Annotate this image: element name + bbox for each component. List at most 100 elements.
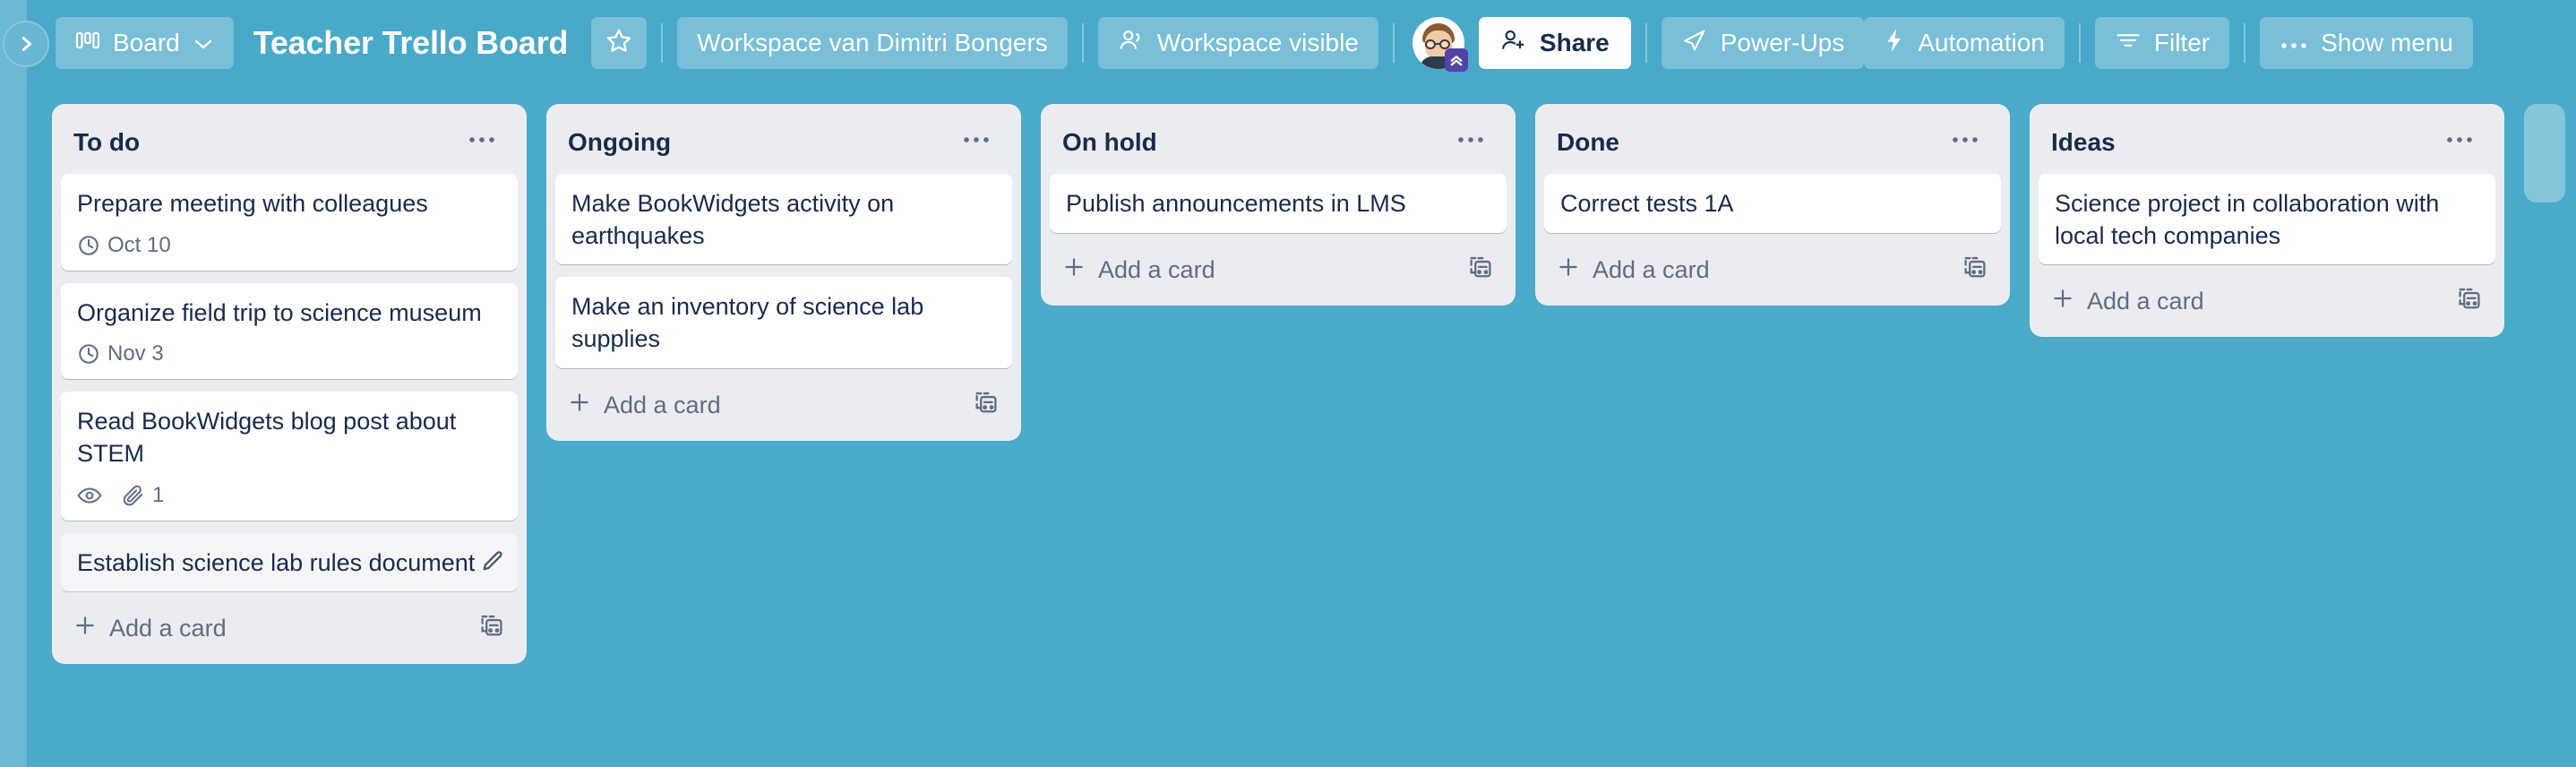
due-date-label: Oct 10 xyxy=(107,232,171,257)
add-card-row[interactable]: Add a card xyxy=(61,597,518,657)
add-card-button[interactable]: Add a card xyxy=(1062,255,1215,285)
card-title: Organize field trip to science museum xyxy=(77,298,482,326)
card-badges: Oct 10 xyxy=(77,233,502,258)
list-title: Ongoing xyxy=(568,128,672,156)
list-ideas: Ideas Science project in collaboration w… xyxy=(2030,104,2504,338)
add-card-row[interactable]: Add a card xyxy=(2039,270,2495,330)
add-another-list-button[interactable] xyxy=(2524,104,2565,203)
card[interactable]: Publish announcements in LMS xyxy=(1050,174,1507,233)
card-badges: Nov 3 xyxy=(77,341,502,366)
add-card-button[interactable]: Add a card xyxy=(568,391,721,420)
add-card-row[interactable]: Add a card xyxy=(1544,238,2001,298)
card-title: Make BookWidgets activity on earthquakes xyxy=(571,190,895,249)
plus-icon xyxy=(2051,287,2074,316)
show-menu-label: Show menu xyxy=(2321,29,2453,56)
card-title: Make an inventory of science lab supplie… xyxy=(571,293,924,352)
card[interactable]: Correct tests 1A xyxy=(1544,174,2001,233)
card[interactable]: Make BookWidgets activity on earthquakes xyxy=(555,174,1012,265)
add-card-button[interactable]: Add a card xyxy=(1557,255,1710,285)
add-card-label: Add a card xyxy=(109,615,227,642)
header-divider xyxy=(1392,23,1395,63)
automation-label: Automation xyxy=(1918,29,2045,56)
paperclip-icon xyxy=(122,484,145,507)
attachment-count: 1 xyxy=(152,482,165,507)
card[interactable]: Prepare meeting with colleagues Oct 10 xyxy=(61,174,518,271)
add-card-button[interactable]: Add a card xyxy=(2051,287,2204,316)
card-template-icon[interactable] xyxy=(2456,286,2483,317)
plus-icon xyxy=(1062,255,1086,285)
premium-badge-icon xyxy=(1444,48,1468,72)
card-list: Publish announcements in LMS xyxy=(1050,174,1507,233)
list-actions-ellipsis-icon[interactable] xyxy=(953,125,1000,159)
card[interactable]: Make an inventory of science lab supplie… xyxy=(555,277,1012,368)
clock-icon xyxy=(77,234,100,257)
rocket-icon xyxy=(1681,28,1708,59)
card-list: Prepare meeting with colleagues Oct 10 O… xyxy=(61,174,518,592)
list-ongoing: Ongoing Make BookWidgets activity on ear… xyxy=(546,104,1021,441)
card-template-icon[interactable] xyxy=(973,390,1000,421)
filter-label: Filter xyxy=(2153,29,2211,56)
bolt-icon xyxy=(1884,28,1905,59)
add-person-icon xyxy=(1500,28,1527,59)
plus-icon xyxy=(568,391,591,420)
share-button[interactable]: Share xyxy=(1478,17,1631,69)
plus-icon xyxy=(73,614,97,643)
add-card-label: Add a card xyxy=(2087,288,2204,315)
card-title: Science project in collaboration with lo… xyxy=(2055,190,2440,249)
card-list: Make BookWidgets activity on earthquakes… xyxy=(555,174,1012,368)
list-header: Ideas xyxy=(2039,113,2495,174)
workspace-button[interactable]: Workspace van Dimitri Bongers xyxy=(677,17,1068,69)
show-menu-button[interactable]: Show menu xyxy=(2260,17,2473,69)
card-list: Science project in collaboration with lo… xyxy=(2039,174,2495,265)
pencil-icon[interactable] xyxy=(478,547,507,576)
ellipsis-icon xyxy=(2280,29,2308,57)
board-view-switcher[interactable]: Board xyxy=(56,17,234,69)
card[interactable]: Organize field trip to science museum No… xyxy=(61,282,518,380)
header-divider xyxy=(2078,23,2081,63)
sidebar-expand-button[interactable] xyxy=(3,21,49,67)
due-date-badge[interactable]: Oct 10 xyxy=(77,233,171,258)
add-card-row[interactable]: Add a card xyxy=(1050,238,1507,298)
card[interactable]: Science project in collaboration with lo… xyxy=(2039,174,2495,265)
automation-button[interactable]: Automation xyxy=(1864,17,2065,69)
board-canvas: To do Prepare meeting with colleagues Oc… xyxy=(27,86,2576,767)
card[interactable]: Read BookWidgets blog post about STEM 1 xyxy=(61,392,518,521)
board-visibility-label: Workspace visible xyxy=(1156,29,1359,56)
star-board-button[interactable] xyxy=(591,17,648,69)
add-card-row[interactable]: Add a card xyxy=(555,374,1012,434)
card-title: Establish science lab rules document xyxy=(77,548,475,576)
list-actions-ellipsis-icon[interactable] xyxy=(1447,125,1494,159)
chevron-right-icon xyxy=(16,34,36,54)
card[interactable]: Establish science lab rules document xyxy=(61,532,518,592)
list-title: To do xyxy=(73,128,141,156)
card-title: Publish announcements in LMS xyxy=(1066,190,1406,217)
avatar[interactable] xyxy=(1412,17,1468,72)
card-template-icon[interactable] xyxy=(1962,254,1988,286)
card-title: Read BookWidgets blog post about STEM xyxy=(77,408,457,467)
filter-button[interactable]: Filter xyxy=(2094,17,2230,69)
card-template-icon[interactable] xyxy=(1467,254,1494,286)
chevron-down-icon xyxy=(193,29,214,57)
trello-board-app: Board Teacher Trello Board Workspace van… xyxy=(0,0,2576,767)
power-ups-button[interactable]: Power-Ups xyxy=(1661,17,1865,69)
board-visibility-button[interactable]: Workspace visible xyxy=(1097,17,1378,69)
list-header: To do xyxy=(61,113,518,174)
add-card-button[interactable]: Add a card xyxy=(73,614,227,643)
list-actions-ellipsis-icon[interactable] xyxy=(459,125,505,159)
header-divider xyxy=(661,23,664,63)
list-actions-ellipsis-icon[interactable] xyxy=(1942,125,1988,159)
board-view-label: Board xyxy=(113,29,180,56)
list-actions-ellipsis-icon[interactable] xyxy=(2436,125,2483,159)
list-header: Ongoing xyxy=(555,113,1012,174)
attachment-badge: 1 xyxy=(122,483,164,508)
due-date-badge[interactable]: Nov 3 xyxy=(77,341,164,366)
card-template-icon[interactable] xyxy=(478,613,505,644)
add-card-label: Add a card xyxy=(1593,255,1710,283)
header-divider xyxy=(1081,23,1084,63)
list-on-hold: On hold Publish announcements in LMS Add… xyxy=(1041,104,1516,306)
star-icon xyxy=(605,27,632,60)
card-title: Prepare meeting with colleagues xyxy=(77,190,428,217)
board-header: Board Teacher Trello Board Workspace van… xyxy=(27,0,2576,86)
header-divider xyxy=(1644,23,1647,63)
list-title: On hold xyxy=(1062,128,1157,156)
